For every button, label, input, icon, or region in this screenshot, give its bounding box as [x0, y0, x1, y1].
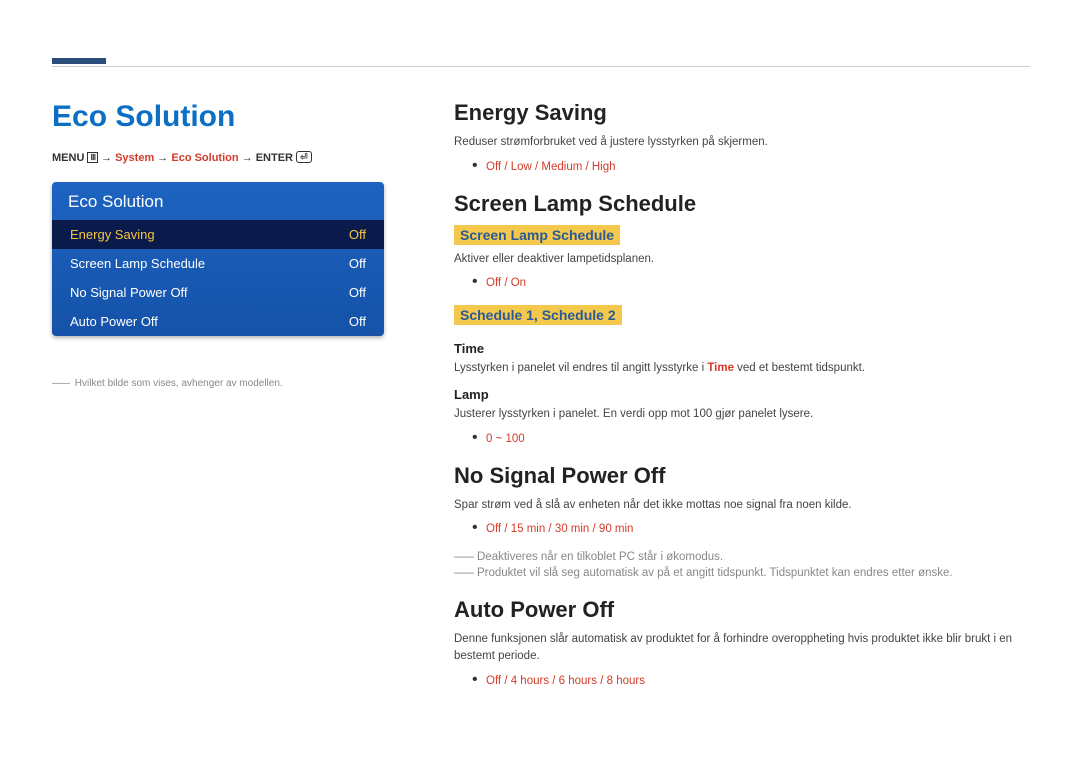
options-list: Off / 4 hours / 6 hours / 8 hours	[472, 671, 1030, 689]
note-line: ―― Deaktiveres når en tilkoblet PC står i…	[454, 551, 1030, 563]
section-screen-lamp-schedule: Screen Lamp Schedule Screen Lamp Schedul…	[454, 191, 1030, 447]
menu-row-screen-lamp-schedule[interactable]: Screen Lamp Schedule Off	[52, 249, 384, 278]
menu-row-label: No Signal Power Off	[70, 285, 188, 300]
options-text: Off / On	[486, 277, 526, 289]
menu-row-auto-power-off[interactable]: Auto Power Off Off	[52, 307, 384, 336]
section-desc: Denne funksjonen slår automatisk av prod…	[454, 631, 1030, 664]
menu-row-label: Screen Lamp Schedule	[70, 256, 205, 271]
menu-panel-header: Eco Solution	[52, 182, 384, 220]
breadcrumb: MENU Ⅲ → System → Eco Solution → ENTER ⏎	[52, 152, 312, 164]
breadcrumb-arrow: →	[101, 152, 112, 164]
caption-text: Hvilket bilde som vises, avhenger av mod…	[75, 378, 283, 389]
menu-row-no-signal-power-off[interactable]: No Signal Power Off Off	[52, 278, 384, 307]
menu-row-value: Off	[349, 256, 366, 271]
sub-label-time: Time	[454, 341, 1030, 356]
section-auto-power-off: Auto Power Off Denne funksjonen slår aut…	[454, 597, 1030, 688]
time-desc-pre: Lysstyrken i panelet vil endres til angi…	[454, 362, 707, 374]
breadcrumb-arrow: →	[242, 152, 253, 164]
dash-icon: ――	[454, 567, 471, 579]
menu-row-value: Off	[349, 314, 366, 329]
options-item: Off / Low / Medium / High	[472, 157, 1030, 175]
sub-heading: Schedule 1, Schedule 2	[454, 305, 622, 325]
header-accent-bar	[52, 58, 106, 64]
section-energy-saving: Energy Saving Reduser strømforbruket ved…	[454, 100, 1030, 175]
note-text: Produktet vil slå seg automatisk av på e…	[477, 567, 953, 579]
enter-icon: ⏎	[296, 151, 312, 163]
breadcrumb-menu: MENU	[52, 152, 84, 164]
options-text: Off / 4 hours / 6 hours / 8 hours	[486, 675, 645, 687]
time-desc-post: ved et bestemt tidspunkt.	[734, 362, 865, 374]
menu-panel: Eco Solution Energy Saving Off Screen La…	[52, 182, 384, 336]
image-caption: ―― Hvilket bilde som vises, avhenger av …	[52, 378, 283, 389]
options-text: 0 ~ 100	[486, 433, 525, 445]
options-list: Off / 15 min / 30 min / 90 min	[472, 519, 1030, 537]
section-desc: Spar strøm ved å slå av enheten når det …	[454, 497, 1030, 514]
page-title: Eco Solution	[52, 100, 235, 134]
options-item: 0 ~ 100	[472, 429, 1030, 447]
options-text: Off / Low / Medium / High	[486, 161, 616, 173]
menu-row-label: Energy Saving	[70, 227, 155, 242]
options-list: Off / Low / Medium / High	[472, 157, 1030, 175]
dash-icon: ――	[52, 378, 68, 389]
dash-icon: ――	[454, 551, 471, 563]
options-item: Off / On	[472, 273, 1030, 291]
section-no-signal-power-off: No Signal Power Off Spar strøm ved å slå…	[454, 463, 1030, 580]
note-line: ―― Produktet vil slå seg automatisk av på…	[454, 567, 1030, 579]
section-title: Energy Saving	[454, 100, 1030, 126]
sub-label-lamp: Lamp	[454, 387, 1030, 402]
header-rule	[52, 66, 1030, 67]
sub-heading: Screen Lamp Schedule	[454, 225, 620, 245]
options-list: 0 ~ 100	[472, 429, 1030, 447]
lamp-desc: Justerer lysstyrken i panelet. En verdi …	[454, 406, 1030, 423]
menu-row-label: Auto Power Off	[70, 314, 158, 329]
options-item: Off / 15 min / 30 min / 90 min	[472, 519, 1030, 537]
menu-grid-icon: Ⅲ	[87, 152, 98, 163]
sub-desc: Aktiver eller deaktiver lampetidsplanen.	[454, 251, 1030, 268]
time-desc: Lysstyrken i panelet vil endres til angi…	[454, 360, 1030, 377]
section-title: No Signal Power Off	[454, 463, 1030, 489]
breadcrumb-enter: ENTER	[256, 152, 293, 164]
options-list: Off / On	[472, 273, 1030, 291]
breadcrumb-arrow: →	[157, 152, 168, 164]
breadcrumb-eco: Eco Solution	[171, 152, 238, 164]
menu-row-value: Off	[349, 227, 366, 242]
section-title: Screen Lamp Schedule	[454, 191, 1030, 217]
content-column: Energy Saving Reduser strømforbruket ved…	[454, 100, 1030, 705]
menu-row-value: Off	[349, 285, 366, 300]
time-desc-bold: Time	[707, 362, 734, 374]
section-desc: Reduser strømforbruket ved å justere lys…	[454, 134, 1030, 151]
menu-row-energy-saving[interactable]: Energy Saving Off	[52, 220, 384, 249]
note-text: Deaktiveres når en tilkoblet PC står i ø…	[477, 551, 723, 563]
section-title: Auto Power Off	[454, 597, 1030, 623]
breadcrumb-system: System	[115, 152, 154, 164]
options-text: Off / 15 min / 30 min / 90 min	[486, 523, 633, 535]
options-item: Off / 4 hours / 6 hours / 8 hours	[472, 671, 1030, 689]
